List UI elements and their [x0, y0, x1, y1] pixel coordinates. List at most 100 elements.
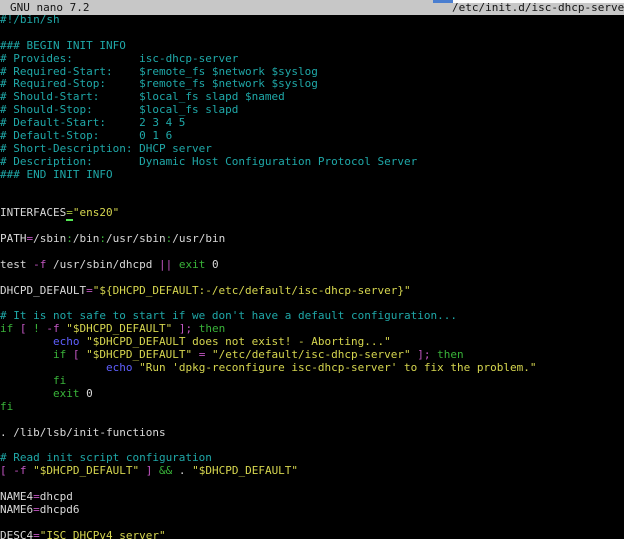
code-segment: # Should-Stop: $local_fs slapd: [0, 103, 238, 116]
code-segment: /usr/sbin/dhcpd: [46, 258, 159, 271]
code-segment: # It is not safe to start if we don't ha…: [0, 309, 457, 322]
code-segment: "$DHCPD_DEFAULT": [66, 322, 172, 335]
code-segment: ### END INIT INFO: [0, 168, 113, 181]
code-segment: /usr/bin: [172, 232, 225, 245]
code-line: [ -f "$DHCPD_DEFAULT" ] && . "$DHCPD_DEF…: [0, 465, 624, 478]
code-segment: -f: [33, 258, 46, 271]
code-segment: # Required-Start: $remote_fs $network $s…: [0, 65, 318, 78]
code-segment: "/etc/default/isc-dhcp-server": [212, 348, 411, 361]
code-segment: if: [53, 348, 66, 361]
code-segment: [0, 348, 53, 361]
code-segment: INTERFACES: [0, 206, 66, 219]
text-cursor: =: [66, 206, 73, 221]
code-segment: [192, 322, 199, 335]
code-line: NAME4=dhcpd: [0, 491, 624, 504]
code-segment: [0, 335, 53, 348]
code-segment: "ens20": [73, 206, 119, 219]
code-segment: [152, 464, 159, 477]
code-segment: !: [33, 322, 40, 335]
code-segment: &&: [159, 464, 172, 477]
code-line: #!/bin/sh: [0, 14, 624, 27]
code-segment: then: [437, 348, 464, 361]
code-segment: =: [33, 529, 40, 539]
code-segment: .: [172, 464, 192, 477]
code-segment: "${DHCPD_DEFAULT:-/etc/default/isc-dhcp-…: [93, 284, 411, 297]
code-segment: dhcpd: [40, 490, 73, 503]
code-segment: [66, 348, 73, 361]
code-segment: NAME6: [0, 503, 33, 516]
code-segment: fi: [0, 400, 13, 413]
code-segment: :: [99, 232, 106, 245]
code-segment: # Read init script configuration: [0, 451, 212, 464]
code-segment: [172, 322, 179, 335]
code-segment: [0, 374, 53, 387]
code-segment: [0, 361, 106, 374]
code-segment: [0, 387, 53, 400]
code-segment: 0: [205, 258, 218, 271]
file-path-label: /etc/init.d/isc-dhcp-serve: [452, 1, 624, 15]
code-segment: /sbin: [33, 232, 66, 245]
code-segment: ;: [424, 348, 431, 361]
code-segment: DESC4: [0, 529, 33, 539]
code-segment: ]: [417, 348, 424, 361]
code-line: DHCPD_DEFAULT="${DHCPD_DEFAULT:-/etc/def…: [0, 285, 624, 298]
code-line: fi: [0, 375, 624, 388]
code-segment: # Default-Stop: 0 1 6: [0, 129, 172, 142]
code-segment: # Provides: isc-dhcp-server: [0, 52, 238, 65]
code-segment: NAME4: [0, 490, 33, 503]
code-line: ### END INIT INFO: [0, 169, 624, 182]
code-segment: . /lib/lsb/init-functions: [0, 426, 166, 439]
code-segment: # Required-Stop: $remote_fs $network $sy…: [0, 77, 318, 90]
code-segment: # Should-Start: $local_fs slapd $named: [0, 90, 285, 103]
code-segment: [: [20, 322, 27, 335]
code-segment: exit: [179, 258, 206, 271]
code-segment: "Run 'dpkg-reconfigure isc-dhcp-server' …: [139, 361, 536, 374]
top-edge-accent-strip: [433, 0, 453, 3]
code-line: PATH=/sbin:/bin:/usr/sbin:/usr/bin: [0, 233, 624, 246]
code-segment: "$DHCPD_DEFAULT": [86, 348, 192, 361]
code-segment: # Description: Dynamic Host Configuratio…: [0, 155, 417, 168]
code-segment: [13, 322, 20, 335]
code-segment: :: [66, 232, 73, 245]
code-segment: # Default-Start: 2 3 4 5: [0, 116, 185, 129]
code-segment: -f: [46, 322, 59, 335]
code-segment: ||: [159, 258, 172, 271]
code-line: [0, 182, 624, 195]
code-line: [0, 478, 624, 491]
code-segment: [139, 464, 146, 477]
code-segment: [: [0, 464, 7, 477]
code-segment: echo: [106, 361, 133, 374]
code-line: fi: [0, 401, 624, 414]
code-segment: PATH: [0, 232, 27, 245]
code-segment: /bin: [73, 232, 100, 245]
editor-text[interactable]: #!/bin/sh ### BEGIN INIT INFO# Provides: …: [0, 14, 624, 539]
code-segment: # Short-Description: DHCP server: [0, 142, 212, 155]
code-segment: =: [33, 490, 40, 503]
code-segment: then: [199, 322, 226, 335]
top-edge-highlight-strip: [453, 0, 624, 3]
code-line: INTERFACES="ens20": [0, 207, 624, 220]
app-version-label: GNU nano 7.2: [10, 1, 89, 15]
code-segment: echo: [53, 335, 80, 348]
code-segment: 0: [79, 387, 92, 400]
code-line: echo "Run 'dpkg-reconfigure isc-dhcp-ser…: [0, 362, 624, 375]
code-segment: [205, 348, 212, 361]
code-segment: #!/bin/sh: [0, 14, 60, 26]
code-line: DESC4="ISC DHCPv4 server": [0, 530, 624, 539]
code-segment: "$DHCPD_DEFAULT does not exist! - Aborti…: [86, 335, 391, 348]
code-segment: =: [86, 284, 93, 297]
code-segment: =: [33, 503, 40, 516]
code-segment: exit: [53, 387, 80, 400]
code-segment: /usr/sbin: [106, 232, 166, 245]
code-segment: if: [0, 322, 13, 335]
code-line: test -f /usr/sbin/dhcpd || exit 0: [0, 259, 624, 272]
code-segment: test: [0, 258, 33, 271]
code-segment: dhcpd6: [40, 503, 80, 516]
code-segment: "ISC DHCPv4 server": [40, 529, 166, 539]
code-segment: [172, 258, 179, 271]
code-segment: DHCPD_DEFAULT: [0, 284, 86, 297]
code-line: exit 0: [0, 388, 624, 401]
code-segment: fi: [53, 374, 66, 387]
code-segment: "$DHCPD_DEFAULT": [192, 464, 298, 477]
code-segment: ### BEGIN INIT INFO: [0, 39, 126, 52]
